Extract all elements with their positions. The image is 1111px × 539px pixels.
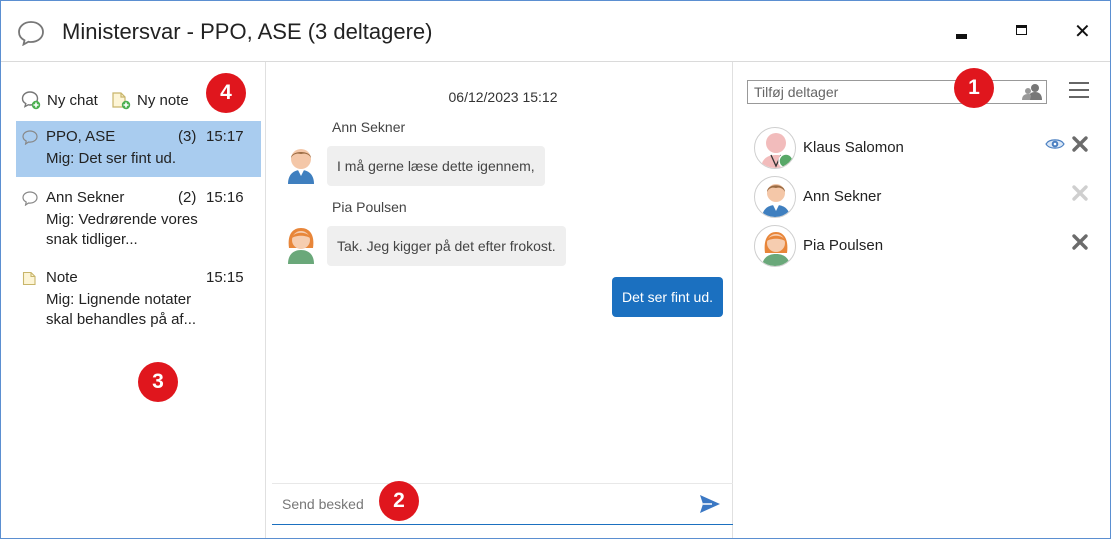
participant-name: Pia Poulsen — [803, 237, 884, 254]
hamburger-menu-icon[interactable] — [1069, 82, 1089, 100]
message-sender: Ann Sekner — [332, 119, 406, 135]
conversation-time: 15:17 — [206, 128, 244, 145]
callout-badge: 1 — [954, 68, 994, 108]
close-button[interactable]: ✕ — [1062, 15, 1102, 47]
message-date: 06/12/2023 15:12 — [448, 89, 558, 105]
note-icon — [22, 271, 36, 286]
message-panel: 06/12/2023 15:12 Ann Sekner I må gerne l… — [267, 62, 733, 538]
new-note-button[interactable]: Ny note — [111, 90, 189, 110]
participant-row: Ann Sekner — [754, 176, 1094, 218]
remove-icon — [1072, 185, 1088, 201]
maximize-icon — [1016, 25, 1027, 35]
user-avatar — [754, 225, 796, 267]
conversation-time: 15:15 — [206, 269, 244, 286]
chat-bubble-icon — [18, 21, 44, 46]
callout-badge: 2 — [379, 481, 419, 521]
eye-icon — [1045, 139, 1065, 149]
minimize-button[interactable] — [942, 15, 982, 47]
conversation-count: (3) — [178, 128, 197, 145]
message-sender: Pia Poulsen — [332, 199, 407, 215]
conversation-item[interactable]: Note 15:15 Mig: Lignende notater skal be… — [16, 262, 261, 332]
remove-icon[interactable] — [1071, 135, 1089, 153]
conversation-preview: Mig: Det ser fint ud. — [46, 150, 177, 167]
conversation-preview: Mig: Vedrørende vores snak tidliger... — [46, 211, 198, 248]
conversation-time: 15:16 — [206, 189, 244, 206]
add-people-icon[interactable] — [1022, 83, 1042, 101]
conversation-preview: Mig: Lignende notater skal behandles på … — [46, 291, 197, 328]
callout-badge: 3 — [138, 362, 178, 402]
window-title: Ministersvar - PPO, ASE (3 deltagere) — [62, 19, 433, 44]
user-avatar — [754, 176, 796, 218]
chat-bubble-icon — [22, 130, 38, 145]
participant-name: Ann Sekner — [803, 188, 882, 205]
conversation-item[interactable]: Ann Sekner (2) 15:16 Mig: Vedrørende vor… — [16, 182, 261, 252]
user-avatar-icon — [762, 184, 790, 217]
new-chat-button[interactable]: Ny chat — [21, 90, 98, 110]
minimize-icon — [956, 34, 967, 39]
message-composer — [272, 483, 733, 525]
participant-row: Pia Poulsen — [754, 225, 1094, 267]
user-avatar-icon — [761, 133, 794, 168]
callout-badge: 4 — [206, 73, 246, 113]
user-avatar-icon — [762, 232, 790, 266]
new-note-icon — [112, 92, 131, 110]
conversation-name: Note — [46, 269, 78, 286]
conversation-count: (2) — [178, 189, 197, 206]
conversation-name: Ann Sekner — [46, 189, 125, 206]
user-avatar-icon — [288, 149, 314, 184]
participants-panel: Klaus Salomon Ann Sekner — [734, 62, 1110, 538]
message-bubble: I må gerne læse dette igennem, — [327, 146, 545, 186]
title-bar: Ministersvar - PPO, ASE (3 deltagere) ✕ — [1, 1, 1110, 62]
conversation-item[interactable]: PPO, ASE (3) 15:17 Mig: Det ser fint ud. — [16, 121, 261, 177]
participant-row: Klaus Salomon — [754, 127, 1094, 169]
new-chat-label: Ny chat — [47, 91, 98, 109]
close-icon: ✕ — [1074, 21, 1091, 43]
message-bubble: Tak. Jeg kigger på det efter frokost. — [327, 226, 566, 266]
participant-name: Klaus Salomon — [803, 139, 904, 156]
message-input[interactable] — [272, 484, 692, 524]
send-icon[interactable] — [699, 494, 721, 514]
conversation-panel: Ny chat Ny note PPO, ASE (3) 15:17 Mig: … — [1, 62, 266, 538]
new-note-label: Ny note — [137, 91, 189, 109]
user-avatar — [754, 127, 796, 169]
own-message-bubble: Det ser fint ud. — [611, 277, 723, 317]
user-avatar-icon — [288, 228, 314, 264]
chat-window: Ministersvar - PPO, ASE (3 deltagere) ✕ … — [0, 0, 1111, 539]
add-participant-field — [747, 80, 1047, 104]
conversation-name: PPO, ASE — [46, 128, 116, 145]
chat-bubble-icon — [22, 191, 38, 206]
remove-icon[interactable] — [1071, 233, 1089, 251]
maximize-button[interactable] — [1002, 15, 1042, 47]
new-chat-icon — [21, 91, 41, 110]
